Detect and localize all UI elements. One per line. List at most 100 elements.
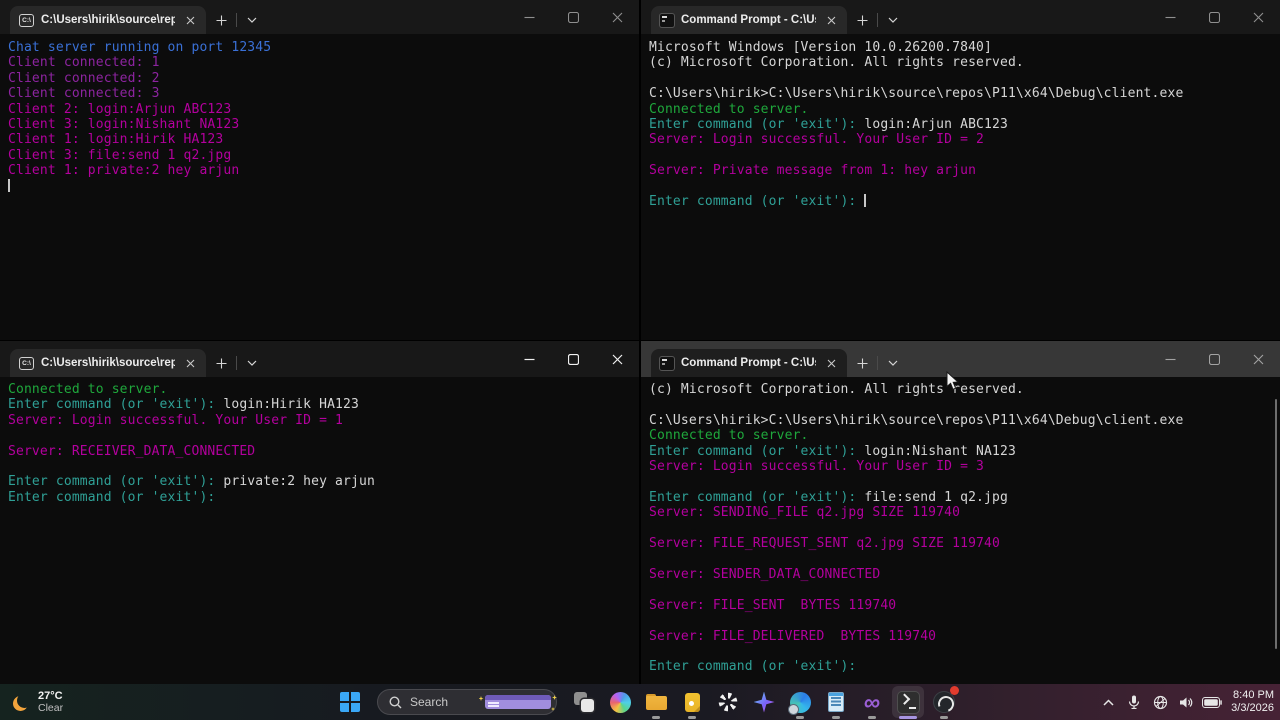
copilot-icon	[609, 691, 631, 713]
file-explorer-button[interactable]	[638, 684, 674, 720]
cmd-terminal-icon: C:\	[19, 13, 34, 27]
search-box[interactable]: Search	[377, 689, 557, 715]
active-app-backplate	[892, 686, 924, 718]
new-tab-button[interactable]	[206, 349, 236, 377]
microphone-icon[interactable]	[1123, 687, 1145, 717]
new-tab-button[interactable]	[847, 6, 877, 34]
new-tab-button[interactable]	[847, 349, 877, 377]
sticky-notes-icon	[684, 692, 700, 712]
volume-icon[interactable]	[1175, 687, 1197, 717]
tab-dropdown-button[interactable]	[878, 6, 908, 34]
close-button[interactable]	[1236, 341, 1280, 377]
tab-close-icon[interactable]	[182, 355, 198, 371]
minimize-button[interactable]	[1148, 0, 1192, 34]
titlebar[interactable]: Command Prompt - C:\Users\	[641, 0, 1280, 34]
edge-browser-icon	[788, 691, 811, 714]
maximize-button[interactable]	[1192, 0, 1236, 34]
visual-studio-button[interactable]: ∞	[854, 684, 890, 720]
minimize-button[interactable]	[507, 0, 551, 34]
titlebar[interactable]: C:\ C:\Users\hirik\source\repos\P	[0, 341, 639, 377]
terminal-output-arjun[interactable]: Microsoft Windows [Version 10.0.26200.78…	[641, 34, 1280, 215]
text-cursor	[864, 194, 866, 208]
tab-close-icon[interactable]	[182, 12, 198, 28]
edge-button[interactable]	[782, 684, 818, 720]
terminal-line: Server: Login successful. Your User ID =…	[8, 412, 344, 428]
terminal-line: Client 1: login:Hirik HA123	[8, 132, 224, 148]
terminal-line: (c) Microsoft Corporation. All rights re…	[649, 55, 1024, 71]
tab-cmd-client[interactable]: C:\ C:\Users\hirik\source\repos\P	[10, 349, 206, 377]
close-button[interactable]	[595, 341, 639, 377]
running-indicator	[940, 716, 948, 719]
start-button[interactable]	[332, 684, 368, 720]
terminal-line: Enter command (or 'exit'): login:Nishant…	[649, 443, 1016, 459]
window-chat-server: C:\ C:\Users\hirik\source\repos\P Chat s…	[0, 0, 639, 340]
maximize-button[interactable]	[1192, 341, 1236, 377]
maximize-button[interactable]	[551, 0, 595, 34]
running-indicator	[652, 716, 660, 719]
task-view-button[interactable]	[566, 684, 602, 720]
command-prompt-icon	[660, 356, 674, 370]
close-button[interactable]	[1236, 0, 1280, 34]
network-globe-icon[interactable]	[1149, 687, 1171, 717]
terminal-line: Client 3: login:Nishant NA123	[8, 117, 240, 133]
tab-close-icon[interactable]	[823, 355, 839, 371]
gemini-button[interactable]	[746, 684, 782, 720]
running-indicator	[832, 716, 840, 719]
task-view-icon	[574, 692, 594, 712]
titlebar[interactable]: Command Prompt - C:\Users\	[641, 341, 1280, 377]
terminal-line: Server: Login successful. Your User ID =…	[649, 132, 985, 148]
tab-close-icon[interactable]	[823, 12, 839, 28]
titlebar[interactable]: C:\ C:\Users\hirik\source\repos\P	[0, 0, 639, 34]
mouse-cursor	[946, 371, 960, 391]
terminal-line: Server: FILE_DELIVERED BYTES 119740	[649, 628, 937, 644]
tab-dropdown-button[interactable]	[237, 6, 267, 34]
terminal-line: C:\Users\hirik>C:\Users\hirik\source\rep…	[649, 412, 1184, 428]
tab-dropdown-button[interactable]	[237, 349, 267, 377]
terminal-output-server[interactable]: Chat server running on port 12345 Client …	[0, 34, 639, 200]
terminal-button[interactable]	[890, 684, 926, 720]
tab-command-prompt[interactable]: Command Prompt - C:\Users\	[651, 349, 847, 377]
terminal-line: Connected to server.	[649, 101, 809, 117]
minimize-button[interactable]	[1148, 341, 1192, 377]
tray-time: 8:40 PM	[1233, 689, 1274, 701]
new-tab-button[interactable]	[206, 6, 236, 34]
sticky-notes-button[interactable]	[674, 684, 710, 720]
clock[interactable]: 8:40 PM 3/3/2026	[1231, 689, 1274, 715]
text-cursor	[8, 178, 10, 192]
gemini-star-icon	[753, 691, 775, 713]
terminal-line: Enter command (or 'exit'): login:Arjun A…	[649, 117, 1008, 133]
weather-widget[interactable]: 27°C Clear	[14, 684, 63, 720]
terminal-output-hirik[interactable]: Connected to server. Enter command (or 'e…	[0, 377, 639, 511]
windows-logo-icon	[340, 692, 360, 712]
notepad-icon	[828, 692, 844, 712]
tray-overflow-button[interactable]	[1097, 687, 1119, 717]
terminal-output-nishant[interactable]: (c) Microsoft Corporation. All rights re…	[641, 377, 1280, 681]
terminal-line: Server: RECEIVER_DATA_CONNECTED	[8, 443, 256, 459]
tab-title: Command Prompt - C:\Users\	[681, 14, 816, 26]
terminal-icon	[897, 691, 919, 713]
tab-dropdown-button[interactable]	[878, 349, 908, 377]
notepad-button[interactable]	[818, 684, 854, 720]
tab-cmd-server[interactable]: C:\ C:\Users\hirik\source\repos\P	[10, 6, 206, 34]
terminal-line: Enter command (or 'exit'): file:send 1 q…	[649, 489, 1008, 505]
terminal-line: Enter command (or 'exit'): private:2 hey…	[8, 474, 375, 490]
obs-studio-button[interactable]	[926, 684, 962, 720]
maximize-button[interactable]	[551, 341, 595, 377]
tab-title: C:\Users\hirik\source\repos\P	[41, 357, 175, 369]
terminal-line: Enter command (or 'exit'):	[649, 659, 857, 675]
desktop: C:\ C:\Users\hirik\source\repos\P Chat s…	[0, 0, 1280, 720]
battery-icon[interactable]	[1201, 687, 1223, 717]
tab-command-prompt[interactable]: Command Prompt - C:\Users\	[651, 6, 847, 34]
close-button[interactable]	[595, 0, 639, 34]
minimize-button[interactable]	[507, 341, 551, 377]
terminal-line: Enter command (or 'exit'): login:Hirik H…	[8, 397, 359, 413]
terminal-line: Server: Login successful. Your User ID =…	[649, 459, 985, 475]
copilot-button[interactable]	[602, 684, 638, 720]
window-client-nishant: Command Prompt - C:\Users\ (c) Microsoft…	[641, 341, 1280, 684]
scrollbar[interactable]	[1275, 399, 1277, 649]
search-highlight-clapperboard-icon	[478, 695, 557, 711]
chatgpt-button[interactable]	[710, 684, 746, 720]
